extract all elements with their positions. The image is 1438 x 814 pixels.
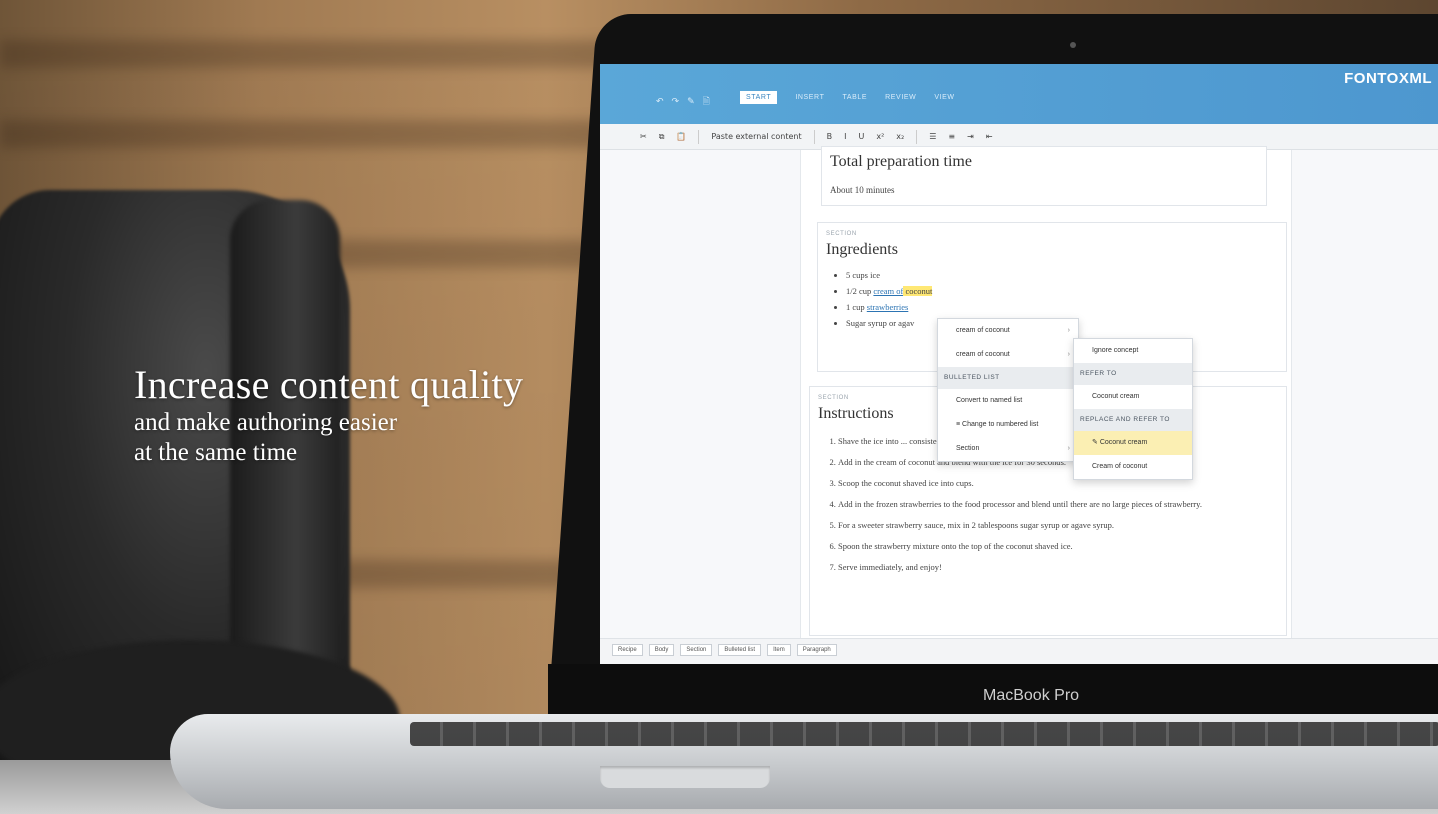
menu-item-ignore-concept[interactable]: Ignore concept xyxy=(1074,339,1192,363)
menu-item-replace-cream-of-coconut[interactable]: Cream of coconut xyxy=(1074,455,1192,479)
menu-header-bulleted-list: BULLETED LIST xyxy=(938,367,1078,389)
breadcrumb-item[interactable]: Recipe xyxy=(612,643,643,656)
menu-item-convert-to-named-list[interactable]: Convert to named list xyxy=(938,389,1078,413)
camera xyxy=(1070,42,1076,48)
menu-item-section[interactable]: Section › xyxy=(938,437,1078,461)
list-item[interactable]: Add in the frozen strawberries to the fo… xyxy=(838,494,1278,515)
breadcrumb-item[interactable]: Body xyxy=(648,643,675,656)
numbered-list-icon[interactable]: ≡ xyxy=(948,132,955,141)
menu-item-replace-coconut-cream[interactable]: ✎ Coconut cream xyxy=(1074,431,1192,455)
list-item[interactable]: 1 cup strawberries xyxy=(846,299,1278,315)
pencil-icon: ✎ xyxy=(1092,439,1100,446)
hero-text: Increase content quality and make author… xyxy=(134,362,523,468)
list-item[interactable]: 1/2 cup cream of coconut xyxy=(846,283,1278,299)
list-item[interactable]: Spoon the strawberry mixture onto the to… xyxy=(838,536,1278,557)
menu-header-replace-and-refer: REPLACE AND REFER TO xyxy=(1074,409,1192,431)
menu-item-change-to-numbered-list[interactable]: ≡ Change to numbered list xyxy=(938,413,1078,437)
tab-insert[interactable]: INSERT xyxy=(795,94,824,104)
toolbar-separator xyxy=(698,129,700,144)
breadcrumb-item[interactable]: Section xyxy=(680,643,713,656)
list-item[interactable]: 5 cups ice xyxy=(846,267,1278,283)
list-item[interactable]: Scoop the coconut shaved ice into cups. xyxy=(838,473,1278,494)
laptop-notch xyxy=(600,766,770,788)
breadcrumb-item[interactable]: Paragraph xyxy=(796,643,837,656)
subscript-button[interactable]: x₂ xyxy=(896,132,904,141)
keyboard xyxy=(410,722,1438,746)
indent-icon[interactable]: ⇥ xyxy=(967,132,974,141)
outdent-icon[interactable]: ⇤ xyxy=(986,132,993,141)
bold-button[interactable]: B xyxy=(827,132,833,141)
hero-subtitle-1: and make authoring easier xyxy=(134,409,398,436)
italic-button[interactable]: I xyxy=(844,132,846,141)
concept-submenu: Ignore concept REFER TO Coconut cream RE… xyxy=(1073,338,1193,480)
tab-start[interactable]: START xyxy=(740,91,778,104)
breadcrumb: Recipe Body Section Bulleted list Item P… xyxy=(600,638,1438,660)
list-item[interactable]: Serve immediately, and enjoy! xyxy=(838,557,1278,578)
toolbar-separator xyxy=(916,129,918,144)
list-item[interactable]: For a sweeter strawberry sauce, mix in 2… xyxy=(838,515,1278,536)
ingredients-title: Ingredients xyxy=(826,241,898,258)
superscript-button[interactable]: x² xyxy=(876,132,884,141)
prep-title: Total preparation time xyxy=(830,153,972,170)
menu-item-cream-of-coconut-2[interactable]: cream of coconut › xyxy=(938,343,1078,367)
menu-item-cream-of-coconut[interactable]: cream of coconut › xyxy=(938,319,1078,343)
context-menu: cream of coconut › cream of coconut › BULL… xyxy=(937,318,1079,462)
laptop-screen: ↶↷✎🗎 START INSERT TABLE REVIEW VIEW FONT… xyxy=(600,64,1438,664)
cut-icon[interactable]: ✂ xyxy=(640,132,647,141)
document: Total preparation time About 10 minutes … xyxy=(800,146,1292,660)
app-logo: FONTOXML xyxy=(1344,70,1432,87)
app-header: ↶↷✎🗎 START INSERT TABLE REVIEW VIEW FONT… xyxy=(600,64,1438,124)
undo-redo-icons[interactable]: ↶↷✎🗎 xyxy=(656,94,718,110)
prep-text: About 10 minutes xyxy=(830,185,895,195)
tab-table[interactable]: TABLE xyxy=(842,94,867,104)
menu-item-refer-coconut-cream[interactable]: Coconut cream xyxy=(1074,385,1192,409)
section-label: SECTION xyxy=(826,231,857,237)
paste-external-button[interactable]: Paste external content xyxy=(711,132,801,141)
paste-icon[interactable]: 📋 xyxy=(676,132,686,141)
breadcrumb-item[interactable]: Item xyxy=(767,643,791,656)
menu-header-refer-to: REFER TO xyxy=(1074,363,1192,385)
prep-section[interactable]: Total preparation time About 10 minutes xyxy=(821,146,1267,206)
hero-subtitle-2: at the same time xyxy=(134,439,298,466)
toolbar-separator xyxy=(813,129,815,144)
hero-title: Increase content quality xyxy=(134,362,524,407)
ribbon-tabs: START INSERT TABLE REVIEW VIEW xyxy=(740,91,955,104)
bulleted-list-icon[interactable]: ☰ xyxy=(929,132,936,141)
tab-review[interactable]: REVIEW xyxy=(885,94,916,104)
breadcrumb-item[interactable]: Bulleted list xyxy=(718,643,762,656)
copy-icon[interactable]: ⧉ xyxy=(659,132,665,142)
underline-button[interactable]: U xyxy=(858,132,864,141)
laptop-label: MacBook Pro xyxy=(983,687,1080,704)
tab-view[interactable]: VIEW xyxy=(934,94,954,104)
